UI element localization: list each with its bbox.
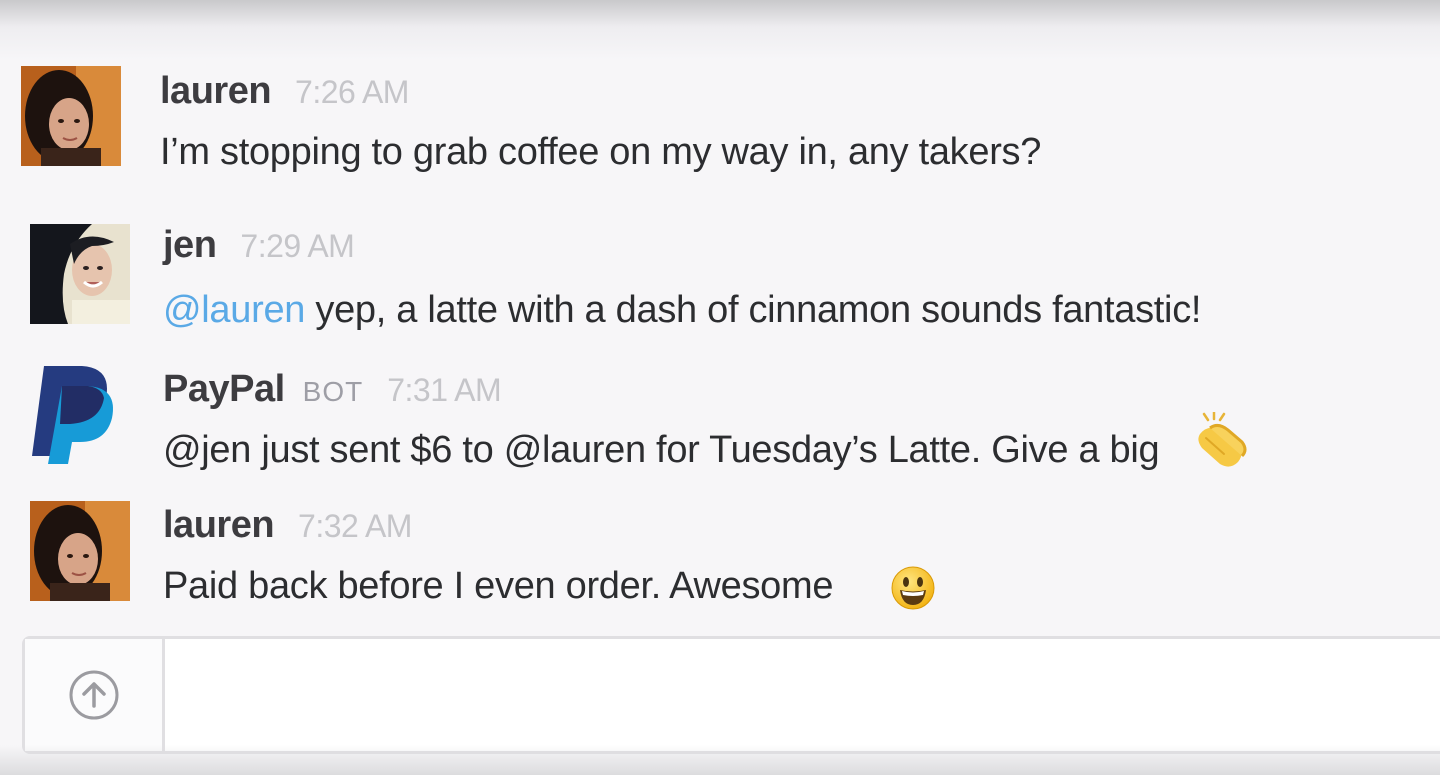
smiley-icon (890, 565, 936, 616)
author-name[interactable]: lauren (163, 504, 275, 546)
bot-badge: BOT (302, 376, 364, 407)
message-text: @jen just sent $6 to @lauren for Tuesday… (163, 425, 1160, 475)
message-input[interactable] (167, 639, 1437, 751)
upload-button[interactable] (25, 639, 165, 751)
author-name[interactable]: lauren (160, 70, 272, 112)
timestamp[interactable]: 7:32 AM (298, 508, 412, 544)
message-text: I’m stopping to grab coffee on my way in… (160, 131, 1042, 173)
avatar-lauren[interactable] (21, 66, 121, 166)
author-name[interactable]: jen (163, 224, 217, 266)
message-composer (22, 636, 1440, 754)
message-text: @lauren yep, a latte with a dash of cinn… (163, 285, 1201, 335)
message-header: lauren 7:32 AM (163, 500, 412, 550)
timestamp[interactable]: 7:26 AM (295, 74, 409, 110)
bottom-fade (0, 745, 1440, 775)
message-text-content: Paid back before I even order. Awesome (163, 565, 834, 607)
message-text-rest: yep, a latte with a dash of cinnamon sou… (305, 289, 1202, 331)
paypal-logo-icon[interactable] (30, 364, 120, 464)
timestamp[interactable]: 7:31 AM (387, 372, 501, 408)
message-text: Paid back before I even order. Awesome (163, 561, 834, 611)
message-text-content: @jen just sent $6 to @lauren for Tuesday… (163, 429, 1160, 471)
top-fade (0, 0, 1440, 60)
clapping-hands-icon (1190, 410, 1250, 475)
author-name[interactable]: PayPal (163, 368, 285, 410)
timestamp[interactable]: 7:29 AM (240, 228, 354, 264)
message-header: lauren 7:26 AM (160, 66, 409, 116)
message-header: PayPal BOT 7:31 AM (163, 364, 502, 414)
mention-link[interactable]: @lauren (163, 289, 305, 331)
avatar-lauren[interactable] (30, 501, 130, 601)
message-header: jen 7:29 AM (163, 220, 355, 270)
avatar-jen[interactable] (30, 224, 130, 324)
upload-arrow-icon (69, 670, 119, 725)
